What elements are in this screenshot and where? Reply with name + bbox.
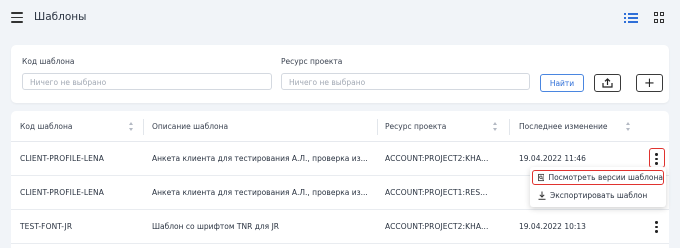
template-description: Анкета клиента для тестирования А.Л., пр…	[152, 188, 368, 197]
view-versions-menu-item[interactable]: Посмотреть версии шаблона	[532, 170, 664, 185]
template-resource: ACCOUNT:PROJECT1:RES...	[385, 188, 488, 197]
column-header-description[interactable]: Описание шаблона	[152, 122, 228, 131]
column-divider	[509, 119, 510, 135]
sort-icon[interactable]	[129, 122, 134, 131]
template-resource: ACCOUNT:PROJECT2:KHA...	[385, 154, 489, 163]
column-header-modified[interactable]: Последнее изменение	[519, 122, 608, 131]
template-description: Анкета клиента для тестирования А.Л., пр…	[152, 154, 368, 163]
grid-view-icon[interactable]	[654, 12, 665, 23]
upload-button[interactable]	[594, 74, 621, 92]
code-filter-select[interactable]: Ничего не выбрано	[22, 73, 272, 90]
resource-filter-label: Ресурс проекта	[281, 57, 343, 66]
filter-panel: Код шаблона Ничего не выбрано Ресурс про…	[11, 45, 669, 103]
row-actions-menu: Посмотреть версии шаблона Экспортировать…	[530, 167, 666, 207]
resource-filter-select[interactable]: Ничего не выбрано	[281, 73, 530, 90]
column-divider	[143, 119, 144, 135]
page-header: Шаблоны	[0, 0, 680, 36]
template-code: TEST-FONT-JR	[20, 222, 73, 231]
template-code: CLIENT-PROFILE-LENA	[20, 154, 104, 163]
page-title: Шаблоны	[34, 11, 87, 23]
list-view-icon[interactable]	[624, 12, 638, 24]
table-header: Код шаблона Описание шаблона Ресурс прое…	[11, 111, 669, 142]
template-resource: ACCOUNT:PROJECT2:KHA...	[385, 222, 489, 231]
hamburger-icon[interactable]	[11, 12, 23, 23]
add-template-button[interactable]: +	[636, 74, 663, 92]
upload-icon	[602, 78, 613, 88]
export-menu-item[interactable]: Экспортировать шаблон	[538, 191, 647, 200]
menu-item-label: Экспортировать шаблон	[550, 191, 648, 200]
menu-item-label: Посмотреть версии шаблона	[548, 173, 663, 182]
download-icon	[538, 191, 546, 200]
sort-icon[interactable]	[493, 122, 498, 131]
more-actions-icon[interactable]	[650, 219, 663, 235]
template-modified: 19.04.2022 10:13	[519, 222, 586, 231]
column-header-resource[interactable]: Ресурс проекта	[385, 122, 446, 131]
find-button[interactable]: Найти	[540, 74, 584, 92]
template-modified: 19.04.2022 11:46	[519, 154, 586, 163]
code-filter-label: Код шаблона	[22, 57, 75, 66]
column-header-code[interactable]: Код шаблона	[20, 122, 72, 131]
template-code: CLIENT-PROFILE-LENA	[20, 188, 104, 197]
plus-icon: +	[644, 75, 655, 91]
sort-icon[interactable]	[626, 122, 631, 131]
template-description: Шаблон со шрифтом TNR для JR	[152, 222, 280, 231]
active-actions-highlight	[649, 148, 665, 168]
table-row[interactable]: TEST-FONT-JR Шаблон со шрифтом TNR для J…	[11, 210, 669, 244]
versions-icon	[538, 173, 545, 182]
column-divider	[377, 119, 378, 135]
